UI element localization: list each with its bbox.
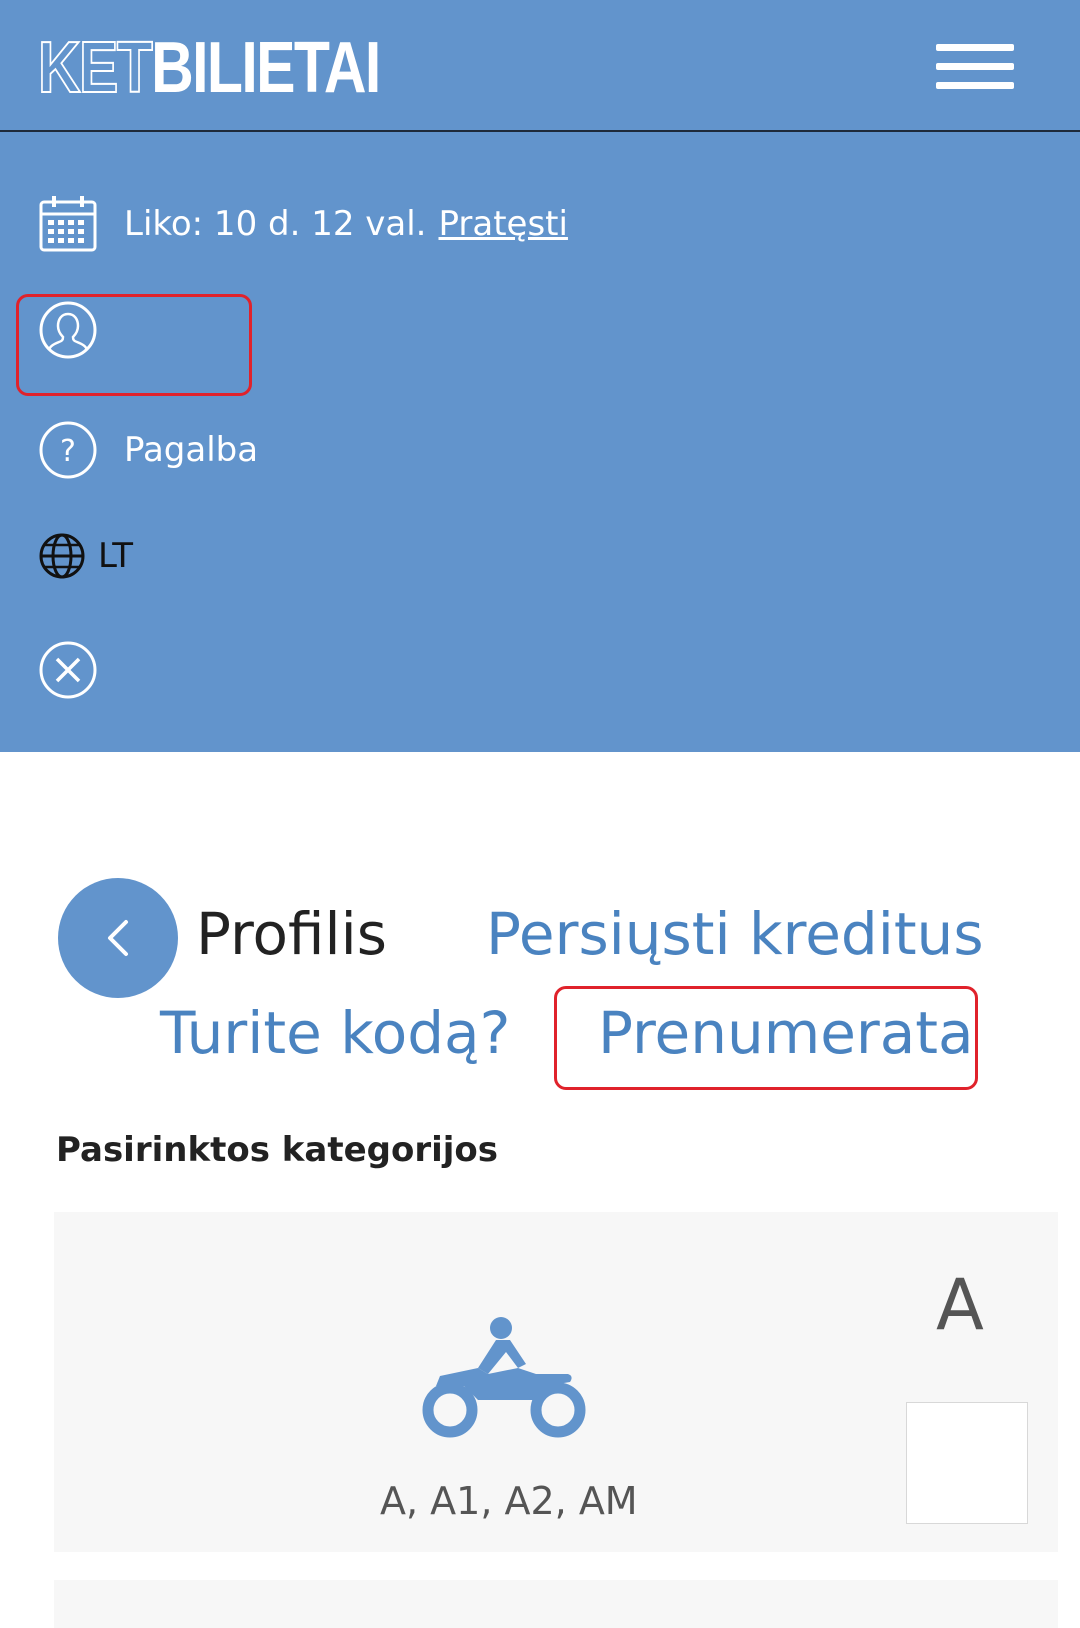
tab-transfer-credits[interactable]: Persiųsti kreditus bbox=[486, 905, 984, 963]
logo-part-ket: KET bbox=[37, 28, 153, 108]
hamburger-icon[interactable] bbox=[936, 42, 1016, 92]
top-bar: KET BILIETAI bbox=[0, 0, 1080, 132]
logo-part-bilietai: BILIETAI bbox=[151, 28, 381, 108]
tab-have-code[interactable]: Turite kodą? bbox=[160, 1004, 510, 1062]
language-selector[interactable]: LT bbox=[38, 532, 133, 580]
svg-text:?: ? bbox=[60, 434, 76, 469]
help-icon: ? bbox=[39, 421, 97, 479]
profile-highlight-box bbox=[16, 294, 252, 396]
expiry-text: Liko: 10 d. 12 val. bbox=[124, 204, 427, 244]
back-button[interactable] bbox=[58, 878, 178, 998]
category-subtitle: A, A1, A2, AM bbox=[380, 1479, 638, 1523]
help-label: Pagalba bbox=[124, 430, 259, 470]
category-card-next[interactable] bbox=[54, 1580, 1058, 1628]
category-letter: A bbox=[936, 1264, 984, 1346]
close-icon bbox=[39, 641, 97, 699]
side-menu: Liko: 10 d. 12 val. Pratęsti ? Pagalba L… bbox=[0, 132, 1080, 752]
motorcycle-icon bbox=[422, 1317, 586, 1438]
language-label: LT bbox=[98, 536, 134, 576]
logo[interactable]: KET BILIETAI bbox=[37, 28, 381, 108]
globe-icon bbox=[39, 533, 85, 579]
subscription-highlight-box bbox=[554, 986, 978, 1090]
menu-close[interactable] bbox=[38, 640, 98, 700]
tab-profile[interactable]: Profilis bbox=[196, 905, 387, 963]
extend-link[interactable]: Pratęsti bbox=[438, 204, 567, 244]
subscription-expiry-row: Liko: 10 d. 12 val. Pratęsti bbox=[38, 194, 568, 254]
category-checkbox[interactable] bbox=[906, 1402, 1028, 1524]
categories-title: Pasirinktos kategorijos bbox=[56, 1130, 498, 1170]
calendar-icon bbox=[39, 196, 97, 252]
chevron-left-icon bbox=[108, 920, 128, 956]
menu-item-help[interactable]: ? Pagalba bbox=[38, 420, 258, 480]
